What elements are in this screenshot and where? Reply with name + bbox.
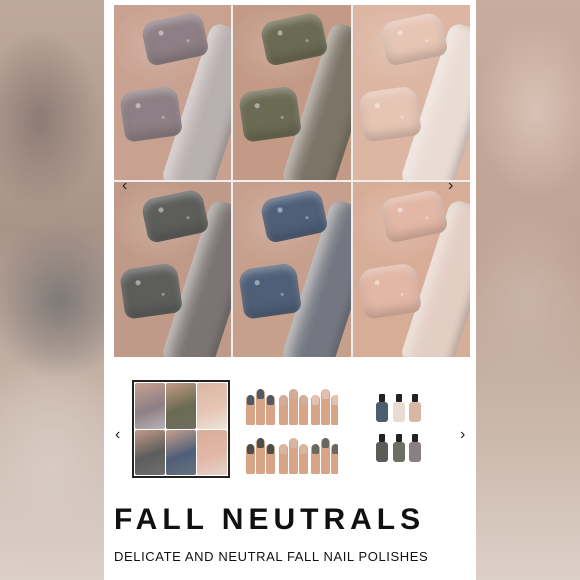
bottle-body	[376, 442, 388, 462]
mini-bottle	[376, 434, 389, 464]
mini-finger	[246, 444, 255, 474]
swatch-nude-shimmer	[352, 5, 470, 180]
bottle-cap	[379, 394, 385, 402]
bottle-cap	[395, 394, 402, 402]
swatch-olive-glitter	[233, 5, 351, 180]
product-card: ‹ › ‹ › FALL NEUTRALS DELICATE AND NEUTR…	[104, 0, 476, 580]
painted-nail	[238, 262, 303, 320]
mini-finger	[256, 438, 265, 474]
bottle-body	[409, 442, 422, 462]
thumbnail-bottles[interactable]	[348, 380, 446, 478]
mini-nail	[322, 389, 330, 399]
product-subtitle: DELICATE AND NEUTRAL FALL NAIL POLISHES	[114, 549, 429, 564]
mini-swatch	[166, 429, 196, 475]
swatch-denim-glitter	[233, 182, 351, 357]
mini-nail	[289, 438, 297, 448]
thumbnail-hands[interactable]	[240, 380, 338, 478]
bottle-body	[376, 402, 388, 422]
thumbnail-strip: ‹ ›	[104, 380, 476, 480]
mini-nail	[279, 395, 287, 405]
mini-finger	[321, 389, 331, 425]
mini-hand	[273, 380, 308, 429]
chevron-left-icon[interactable]: ‹	[115, 427, 120, 443]
main-product-image[interactable]	[114, 5, 470, 357]
mini-swatch	[197, 429, 227, 475]
mini-nail	[332, 444, 338, 454]
mini-swatch	[135, 429, 165, 475]
mini-nail	[279, 444, 287, 454]
mini-bottle	[409, 394, 422, 424]
chevron-right-icon[interactable]: ›	[460, 427, 465, 443]
mini-finger	[311, 395, 321, 425]
mini-nail	[289, 389, 297, 399]
mini-hand	[273, 429, 308, 478]
mini-nail	[312, 444, 320, 454]
mini-nail	[247, 395, 254, 405]
thumbnail-swatch-grid[interactable]	[132, 380, 230, 478]
mini-finger	[311, 444, 321, 474]
painted-nail	[357, 262, 422, 320]
painted-nail	[357, 85, 422, 143]
mini-finger	[278, 444, 288, 474]
swatch-charcoal-glitter	[114, 182, 232, 357]
bottle-body	[409, 402, 422, 422]
painted-nail	[118, 262, 184, 320]
mini-hand	[240, 380, 275, 429]
mini-bottle	[409, 434, 422, 464]
blurred-backdrop-left	[0, 0, 104, 580]
mini-hand	[240, 429, 275, 478]
product-title: FALL NEUTRALS	[114, 503, 426, 536]
bottle-cap	[412, 434, 419, 442]
blurred-backdrop-right	[476, 0, 580, 580]
mini-swatch	[197, 383, 227, 429]
mini-finger	[288, 389, 298, 425]
mini-bottle	[392, 434, 406, 464]
mini-finger	[288, 438, 298, 474]
mini-bottle	[392, 394, 406, 424]
bottle-body	[392, 442, 405, 462]
mini-finger	[331, 444, 338, 474]
mini-finger	[321, 438, 331, 474]
bottle-cap	[412, 394, 419, 402]
mini-nail	[332, 395, 338, 405]
mini-bottle	[376, 394, 389, 424]
mini-nail	[257, 438, 264, 448]
painted-nail	[238, 85, 303, 143]
mini-finger	[256, 389, 265, 425]
swatch-mauve-glitter	[114, 5, 232, 180]
swatch-blush-shimmer	[352, 182, 470, 357]
mini-nail	[247, 444, 254, 454]
mini-swatch	[135, 383, 165, 429]
mini-finger	[331, 395, 338, 425]
mini-hand	[305, 380, 338, 429]
mini-swatch	[166, 383, 196, 429]
chevron-left-icon[interactable]: ‹	[122, 178, 127, 194]
mini-finger	[246, 395, 255, 425]
mini-nail	[322, 438, 330, 448]
bottle-body	[392, 402, 405, 422]
chevron-right-icon[interactable]: ›	[448, 178, 453, 194]
bottle-cap	[395, 434, 402, 442]
painted-nail	[118, 85, 184, 143]
mini-hand	[305, 429, 338, 478]
mini-finger	[278, 395, 288, 425]
mini-nail	[312, 395, 320, 405]
bottle-cap	[379, 434, 385, 442]
mini-nail	[257, 389, 264, 399]
